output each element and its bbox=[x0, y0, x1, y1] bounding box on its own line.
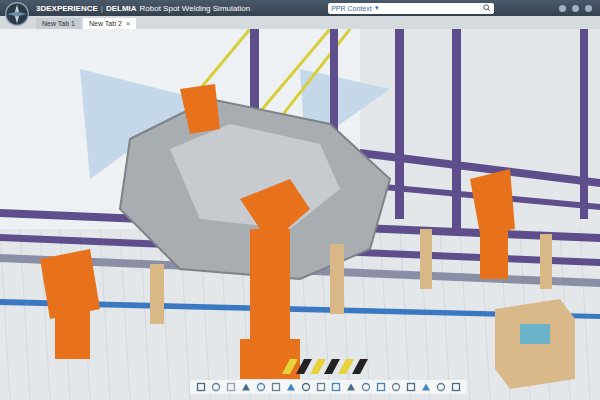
tab[interactable]: New Tab 1 bbox=[36, 18, 81, 29]
header-actions bbox=[559, 5, 592, 12]
tool-icon[interactable] bbox=[436, 382, 446, 392]
user-icon[interactable] bbox=[559, 5, 566, 12]
tool-icon[interactable] bbox=[346, 382, 356, 392]
tool-icon[interactable] bbox=[196, 382, 206, 392]
tool-icon[interactable] bbox=[376, 382, 386, 392]
tool-icon[interactable] bbox=[256, 382, 266, 392]
tool-icon[interactable] bbox=[316, 382, 326, 392]
top-bar: 3DEXPERIENCE | DELMIA Robot Spot Welding… bbox=[0, 0, 600, 16]
3d-viewport[interactable] bbox=[0, 29, 600, 400]
tool-icon[interactable] bbox=[331, 382, 341, 392]
search-field[interactable]: PPR Context ▾ bbox=[328, 3, 494, 14]
tab-label[interactable]: New Tab 2 bbox=[89, 20, 122, 27]
tab-label[interactable]: New Tab 1 bbox=[42, 20, 75, 27]
search-context[interactable]: PPR Context bbox=[331, 5, 371, 12]
control-cabinet[interactable] bbox=[495, 299, 575, 389]
tool-icon[interactable] bbox=[241, 382, 251, 392]
welding-robot[interactable] bbox=[470, 169, 515, 279]
tab-close-button[interactable]: × bbox=[126, 20, 130, 27]
tool-icon[interactable] bbox=[361, 382, 371, 392]
share-icon[interactable] bbox=[572, 5, 579, 12]
action-toolbar bbox=[190, 380, 467, 394]
tool-icon[interactable] bbox=[406, 382, 416, 392]
welding-robot[interactable] bbox=[240, 179, 310, 379]
title-separator: | bbox=[101, 4, 103, 13]
tool-icon[interactable] bbox=[226, 382, 236, 392]
app-name: DELMIA bbox=[106, 4, 137, 13]
tool-icon[interactable] bbox=[301, 382, 311, 392]
welding-robot[interactable] bbox=[180, 84, 220, 134]
wooden-stands bbox=[150, 229, 552, 324]
brand-label: 3DEXPERIENCE bbox=[36, 4, 98, 13]
app-title: 3DEXPERIENCE | DELMIA Robot Spot Welding… bbox=[36, 4, 250, 13]
app-window: 3DEXPERIENCE | DELMIA Robot Spot Welding… bbox=[0, 0, 600, 400]
tool-icon[interactable] bbox=[391, 382, 401, 392]
tool-icon[interactable] bbox=[286, 382, 296, 392]
factory-scene[interactable] bbox=[0, 29, 600, 400]
tool-icon[interactable] bbox=[271, 382, 281, 392]
tool-icon[interactable] bbox=[451, 382, 461, 392]
tool-icon[interactable] bbox=[211, 382, 221, 392]
compass-icon[interactable] bbox=[4, 1, 30, 27]
welding-robot[interactable] bbox=[40, 249, 100, 359]
search-icon[interactable] bbox=[483, 4, 491, 12]
context-dropdown[interactable]: ▾ bbox=[375, 4, 379, 12]
tab[interactable]: New Tab 2 × bbox=[83, 18, 136, 29]
help-icon[interactable] bbox=[585, 5, 592, 12]
tab-strip: New Tab 1 New Tab 2 × bbox=[0, 16, 600, 29]
tool-icon[interactable] bbox=[421, 382, 431, 392]
floor-hazard-marking bbox=[282, 359, 368, 374]
document-title: Robot Spot Welding Simulation bbox=[140, 4, 251, 13]
